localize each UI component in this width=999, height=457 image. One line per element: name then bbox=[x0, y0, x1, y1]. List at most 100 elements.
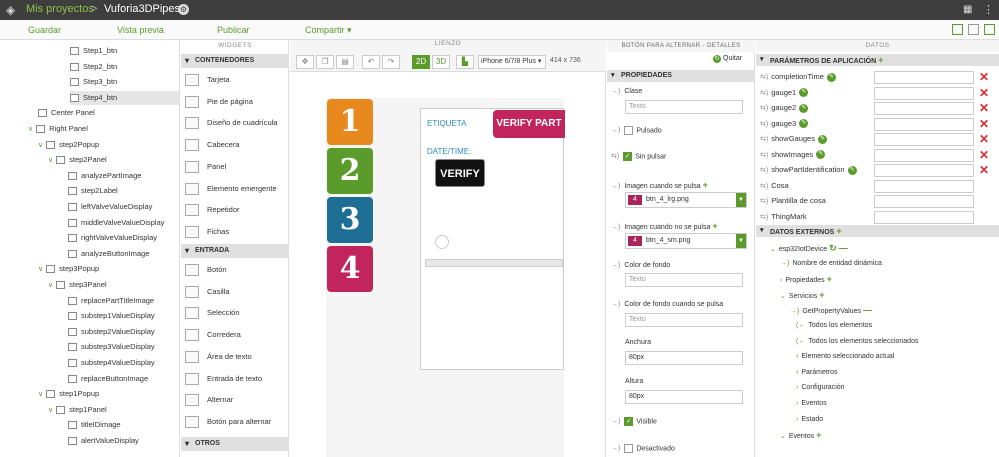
apps-grid-icon[interactable]: ▦ bbox=[963, 4, 972, 15]
verify-part-button[interactable]: VERIFY PART bbox=[493, 110, 565, 138]
tree-toggle-icon[interactable]: › bbox=[796, 369, 798, 376]
param-value-input[interactable] bbox=[874, 179, 974, 193]
tree-toggle-icon[interactable]: ⌄ bbox=[780, 433, 786, 440]
widget-item[interactable]: Entrada de texto bbox=[185, 369, 262, 389]
app-param[interactable]: ⇆) Plantilla de cosa bbox=[760, 194, 826, 208]
external-data-item[interactable]: →) Nombre de entidad dinámica bbox=[780, 257, 882, 271]
tree-item[interactable]: substep2ValueDisplay bbox=[68, 325, 155, 339]
app-param[interactable]: ⇆) completionTime ✎ bbox=[760, 70, 836, 84]
step-button[interactable]: 2 bbox=[327, 148, 373, 194]
color-fondo-input[interactable]: Texto bbox=[625, 273, 743, 287]
edit-icon[interactable]: ✎ bbox=[826, 72, 836, 82]
tree-toggle-icon[interactable]: →) bbox=[790, 308, 799, 315]
tree-item[interactable]: Step2_btn bbox=[70, 60, 117, 74]
layout-icon[interactable]: ▙ bbox=[456, 55, 474, 69]
widget-item[interactable]: Diseño de cuadrícula bbox=[185, 113, 277, 133]
tree-item[interactable]: substep1ValueDisplay bbox=[68, 309, 155, 323]
preview-button[interactable]: Vista previa bbox=[117, 25, 164, 35]
chevron-down-icon[interactable]: ▼ bbox=[736, 193, 746, 207]
external-data-item[interactable]: › Elemento seleccionado actual bbox=[796, 350, 894, 364]
app-logo-icon[interactable]: ◈ bbox=[6, 3, 20, 17]
edit-icon[interactable]: ✎ bbox=[847, 165, 857, 175]
chevron-down-icon[interactable]: ∨ bbox=[48, 279, 53, 293]
close-icon[interactable]: ✕ bbox=[978, 71, 990, 83]
section-others[interactable]: OTROS bbox=[181, 437, 289, 451]
prop-pulsado[interactable]: →) Pulsado bbox=[611, 126, 662, 135]
img-pulsa-select[interactable]: 4 btn_4_lrg.png ▼ bbox=[625, 192, 747, 208]
tree-item[interactable]: ∨ step1Panel bbox=[48, 403, 107, 417]
app-param[interactable]: ⇆) showImages ✎ bbox=[760, 148, 826, 162]
move-tool-icon[interactable]: ✥ bbox=[296, 55, 314, 69]
bottom-panel-toggle-icon[interactable] bbox=[968, 24, 979, 35]
chevron-down-icon[interactable]: ∨ bbox=[48, 404, 53, 418]
tree-item[interactable]: Step3_btn bbox=[70, 75, 117, 89]
widget-item[interactable]: Cabecera bbox=[185, 135, 240, 155]
external-data-item[interactable]: (← Todos los elementos bbox=[796, 319, 872, 333]
tree-toggle-icon[interactable]: › bbox=[796, 400, 798, 407]
tree-toggle-icon[interactable]: (← bbox=[796, 338, 805, 345]
edit-icon[interactable]: ✎ bbox=[799, 88, 809, 98]
section-properties[interactable]: PROPIEDADES bbox=[607, 70, 755, 82]
collapse-icon[interactable]: — bbox=[863, 305, 872, 315]
quit-button[interactable]: ↻ Quitar bbox=[713, 55, 742, 63]
widget-item[interactable]: Botón bbox=[185, 260, 227, 280]
close-icon[interactable]: ✕ bbox=[978, 118, 990, 130]
tree-toggle-icon[interactable]: →) bbox=[780, 260, 789, 267]
param-value-input[interactable] bbox=[874, 71, 974, 84]
app-param[interactable]: ⇆) Cosa bbox=[760, 179, 789, 193]
prop-sin-pulsar[interactable]: ⇆) ✓ Sin pulsar bbox=[611, 152, 666, 161]
tree-item[interactable]: rightValveValueDisplay bbox=[68, 231, 157, 245]
collapse-icon[interactable]: — bbox=[839, 243, 848, 253]
redo-icon[interactable]: ↷ bbox=[382, 55, 400, 69]
param-value-input[interactable] bbox=[874, 86, 974, 100]
app-param[interactable]: ⇆) gauge1 ✎ bbox=[760, 86, 809, 100]
widget-item[interactable]: Fichas bbox=[185, 222, 229, 242]
param-value-input[interactable] bbox=[874, 102, 974, 115]
tree-item[interactable]: Center Panel bbox=[38, 106, 95, 120]
widget-item[interactable]: Tarjeta bbox=[185, 70, 230, 90]
chevron-down-icon[interactable]: ∨ bbox=[48, 154, 53, 168]
tree-toggle-icon[interactable]: › bbox=[796, 353, 798, 360]
step-button[interactable]: 4 bbox=[327, 246, 373, 292]
external-data-item[interactable]: › Parámetros bbox=[796, 366, 838, 380]
copy-icon[interactable]: ❐ bbox=[316, 55, 334, 69]
view-2d-button[interactable]: 2D bbox=[412, 55, 430, 69]
add-icon[interactable]: + bbox=[816, 430, 821, 440]
chevron-down-icon[interactable]: ∨ bbox=[38, 263, 43, 277]
param-value-input[interactable] bbox=[874, 195, 974, 208]
tree-item[interactable]: ∨ step3Panel bbox=[48, 278, 107, 292]
app-param[interactable]: ⇆) gauge2 ✎ bbox=[760, 101, 809, 115]
tree-item[interactable]: ∨ step2Popup bbox=[38, 138, 99, 152]
widget-item[interactable]: Pie de página bbox=[185, 92, 253, 112]
share-button[interactable]: Compartir ▾ bbox=[305, 25, 352, 36]
widget-item[interactable]: Casilla bbox=[185, 282, 230, 302]
widget-item[interactable]: Panel bbox=[185, 157, 226, 177]
tree-toggle-icon[interactable]: ⌄ bbox=[780, 293, 786, 300]
tree-item[interactable]: Step1_btn bbox=[70, 44, 117, 58]
view-3d-button[interactable]: 3D bbox=[432, 55, 450, 69]
add-icon[interactable]: + bbox=[878, 55, 883, 65]
external-data-item[interactable]: ⌄ esp32IotDevice ↻ — bbox=[770, 241, 848, 255]
widget-item[interactable]: Corredera bbox=[185, 325, 241, 345]
tree-item[interactable]: replacePartTitleImage bbox=[68, 294, 154, 308]
section-containers[interactable]: CONTENEDORES bbox=[181, 54, 289, 68]
add-icon[interactable]: + bbox=[703, 180, 708, 190]
tree-item[interactable]: leftValveValueDisplay bbox=[68, 200, 152, 214]
clase-input[interactable]: Texto bbox=[625, 100, 743, 114]
widget-item[interactable]: Área de texto bbox=[185, 347, 252, 367]
edit-icon[interactable]: ✎ bbox=[799, 103, 809, 113]
param-value-input[interactable] bbox=[874, 117, 974, 131]
step-button[interactable]: 1 bbox=[327, 99, 373, 145]
anchura-input[interactable]: 80px bbox=[625, 351, 743, 365]
device-select[interactable]: iPhone 6/7/8 Plus ▾ bbox=[478, 55, 546, 69]
add-icon[interactable]: + bbox=[827, 274, 832, 284]
tree-item[interactable]: middleValveValueDisplay bbox=[68, 216, 165, 230]
param-value-input[interactable] bbox=[874, 210, 974, 224]
external-data-item[interactable]: →) GetPropertyValues — bbox=[790, 303, 872, 317]
gear-icon[interactable]: ⚙ bbox=[178, 4, 189, 15]
chevron-down-icon[interactable]: ∨ bbox=[28, 123, 33, 137]
tree-toggle-icon[interactable]: (← bbox=[796, 322, 805, 329]
label-etiqueta[interactable]: ETIQUETA bbox=[427, 119, 466, 128]
section-app-params[interactable]: PARÁMETROS DE APLICACIÓN+ bbox=[756, 54, 999, 66]
left-panel-toggle-icon[interactable] bbox=[952, 24, 963, 35]
